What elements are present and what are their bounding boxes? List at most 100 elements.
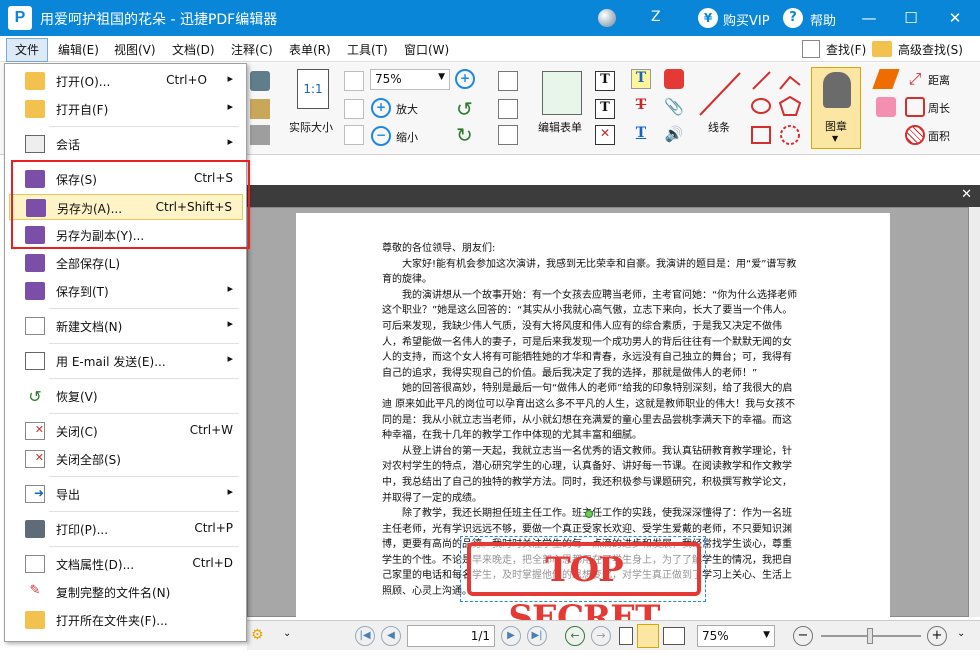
checkbox-field-icon[interactable] <box>498 125 518 145</box>
facing-page-icon[interactable] <box>663 627 685 645</box>
zoom-in-icon[interactable]: + <box>371 98 391 118</box>
pencil-icon[interactable] <box>872 69 900 89</box>
distance-icon[interactable]: ⤢ <box>905 69 925 89</box>
zoom-tool-icon[interactable]: + <box>455 69 475 89</box>
menu-item-save-all[interactable]: 全部保存(L) <box>9 250 243 276</box>
menu-item-close[interactable]: ✕ 关闭(C) Ctrl+W <box>9 418 243 444</box>
eraser-icon[interactable] <box>876 97 896 117</box>
text-box-icon[interactable]: T <box>595 71 615 91</box>
close-tab-icon[interactable]: ✕ <box>961 187 972 202</box>
zoom-out-small-icon[interactable]: − <box>793 626 813 646</box>
last-page-icon[interactable]: ▶| <box>527 626 547 646</box>
zoom-in-small-icon[interactable]: + <box>927 626 947 646</box>
replace-text-icon[interactable]: ✕ <box>595 125 615 145</box>
underline-icon[interactable]: T <box>631 125 651 145</box>
single-page-icon[interactable] <box>619 627 633 645</box>
note-icon[interactable] <box>664 69 684 89</box>
highlight-icon[interactable]: T <box>631 69 651 89</box>
continuous-page-icon[interactable] <box>637 624 659 648</box>
first-page-icon[interactable]: |◀ <box>355 626 375 646</box>
find-icon[interactable] <box>802 40 820 58</box>
line-tool-icon[interactable] <box>696 69 744 119</box>
stamp-button[interactable]: 图章 ▼ <box>811 67 861 149</box>
prev-page-icon[interactable]: ◀ <box>381 626 401 646</box>
fit-visible-icon[interactable] <box>344 125 364 145</box>
help-icon[interactable]: ? <box>783 8 803 28</box>
menu-item-copy-filename[interactable]: ✎ 复制完整的文件名(N) <box>9 579 243 605</box>
menu-form[interactable]: 表单(R) <box>285 40 335 60</box>
menu-item-open[interactable]: 打开(O)... Ctrl+O ▸ <box>9 68 243 94</box>
menu-item-close-all[interactable]: ✕ 关闭全部(S) <box>9 446 243 472</box>
gear-icon[interactable]: ⚙ <box>251 627 264 643</box>
skin-ball-icon[interactable] <box>598 9 616 27</box>
menu-item-open-from[interactable]: 打开自(F) ▸ <box>9 96 243 122</box>
select-icon[interactable] <box>250 125 270 145</box>
menu-window[interactable]: 窗口(W) <box>400 40 453 60</box>
zoom-slider-thumb[interactable] <box>867 628 873 644</box>
menu-item-email[interactable]: 用 E-mail 发送(E)... ▸ <box>9 348 243 374</box>
minimize-button[interactable]: — <box>858 7 880 29</box>
rotate-right-icon[interactable]: ↻ <box>456 123 473 147</box>
maximize-button[interactable]: ☐ <box>900 7 922 29</box>
paste-icon[interactable] <box>250 99 270 119</box>
folder-search-icon[interactable] <box>872 41 892 57</box>
back-icon[interactable]: ← <box>565 626 585 646</box>
menu-item-new-document[interactable]: 新建文档(N) ▸ <box>9 313 243 339</box>
menu-comment[interactable]: 注释(C) <box>227 40 277 60</box>
menu-edit[interactable]: 编辑(E) <box>54 40 103 60</box>
page-number-input[interactable]: 1/1 <box>407 625 495 647</box>
menu-item-print[interactable]: 打印(P)... Ctrl+P <box>9 516 243 542</box>
menu-document[interactable]: 文档(D) <box>168 40 219 60</box>
area-icon[interactable] <box>905 125 925 145</box>
attach-file-icon[interactable]: 📎 <box>664 97 684 117</box>
callout-icon[interactable]: T <box>595 99 615 119</box>
snapshot-icon[interactable] <box>250 71 270 91</box>
yen-icon[interactable]: ¥ <box>698 8 718 28</box>
menu-view[interactable]: 视图(V) <box>110 40 160 60</box>
buy-vip-button[interactable]: 购买VIP <box>723 10 770 29</box>
rotate-handle[interactable] <box>585 510 593 518</box>
edit-form-icon[interactable] <box>542 71 582 115</box>
forward-icon[interactable]: → <box>591 626 611 646</box>
zoom-select[interactable]: 75% ▼ <box>370 69 450 90</box>
vertical-scrollbar[interactable] <box>969 207 980 617</box>
menu-item-session[interactable]: 会话 ▸ <box>9 131 243 157</box>
actual-size-icon[interactable]: 1:1 <box>297 69 329 109</box>
menu-item-open-location[interactable]: 打开所在文件夹(F)... <box>9 607 243 633</box>
shape-tools[interactable] <box>750 69 806 149</box>
pdf-page[interactable]: 尊敬的各位领导、朋友们: 大家好!能有机会参加这次演讲，我感到无比荣幸和自豪。我… <box>296 213 890 638</box>
sound-icon[interactable]: 🔊 <box>664 125 684 145</box>
menu-file[interactable]: 文件 <box>6 38 48 62</box>
zoom-out-label[interactable]: 缩小 <box>396 129 418 145</box>
status-zoom-select[interactable]: 75% ▼ <box>697 625 775 647</box>
zoom-in-label[interactable]: 放大 <box>396 101 418 117</box>
menu-tools[interactable]: 工具(T) <box>343 40 392 60</box>
menu-item-properties[interactable]: 文档属性(D)... Ctrl+D <box>9 551 243 577</box>
stamp-annotation[interactable]: TOP SECRET <box>460 536 706 638</box>
menu-item-save-to[interactable]: 保存到(T) ▸ <box>9 278 243 304</box>
line-label[interactable]: 线条 <box>708 119 730 135</box>
rotate-left-icon[interactable]: ↺ <box>456 97 473 121</box>
z-button[interactable]: Z <box>651 9 661 25</box>
next-page-icon[interactable]: ▶ <box>501 626 521 646</box>
close-window-button[interactable]: ✕ <box>944 7 966 29</box>
menu-item-revert[interactable]: ↺ 恢复(V) <box>9 383 243 409</box>
distance-label[interactable]: 距离 <box>928 72 950 88</box>
menu-item-export[interactable]: ➜ 导出 ▸ <box>9 481 243 507</box>
button-field-icon[interactable] <box>498 99 518 119</box>
chevron-down-icon[interactable]: ⌄ <box>957 628 965 639</box>
text-field-icon[interactable] <box>498 71 518 91</box>
edit-form-label[interactable]: 编辑表单 <box>538 119 582 135</box>
perimeter-label[interactable]: 周长 <box>928 100 950 116</box>
strikeout-icon[interactable]: T <box>631 97 651 117</box>
perimeter-icon[interactable] <box>905 97 925 117</box>
chevron-down-icon[interactable]: ⌄ <box>283 628 291 639</box>
actual-size-label[interactable]: 实际大小 <box>289 119 333 135</box>
fit-page-icon[interactable] <box>344 71 364 91</box>
advanced-find-button[interactable]: 高级查找(S) <box>894 40 967 60</box>
find-button[interactable]: 查找(F) <box>822 40 870 60</box>
area-label[interactable]: 面积 <box>928 128 950 144</box>
fit-width-icon[interactable] <box>344 99 364 119</box>
help-button[interactable]: 帮助 <box>810 10 836 29</box>
zoom-out-icon[interactable]: − <box>371 126 391 146</box>
